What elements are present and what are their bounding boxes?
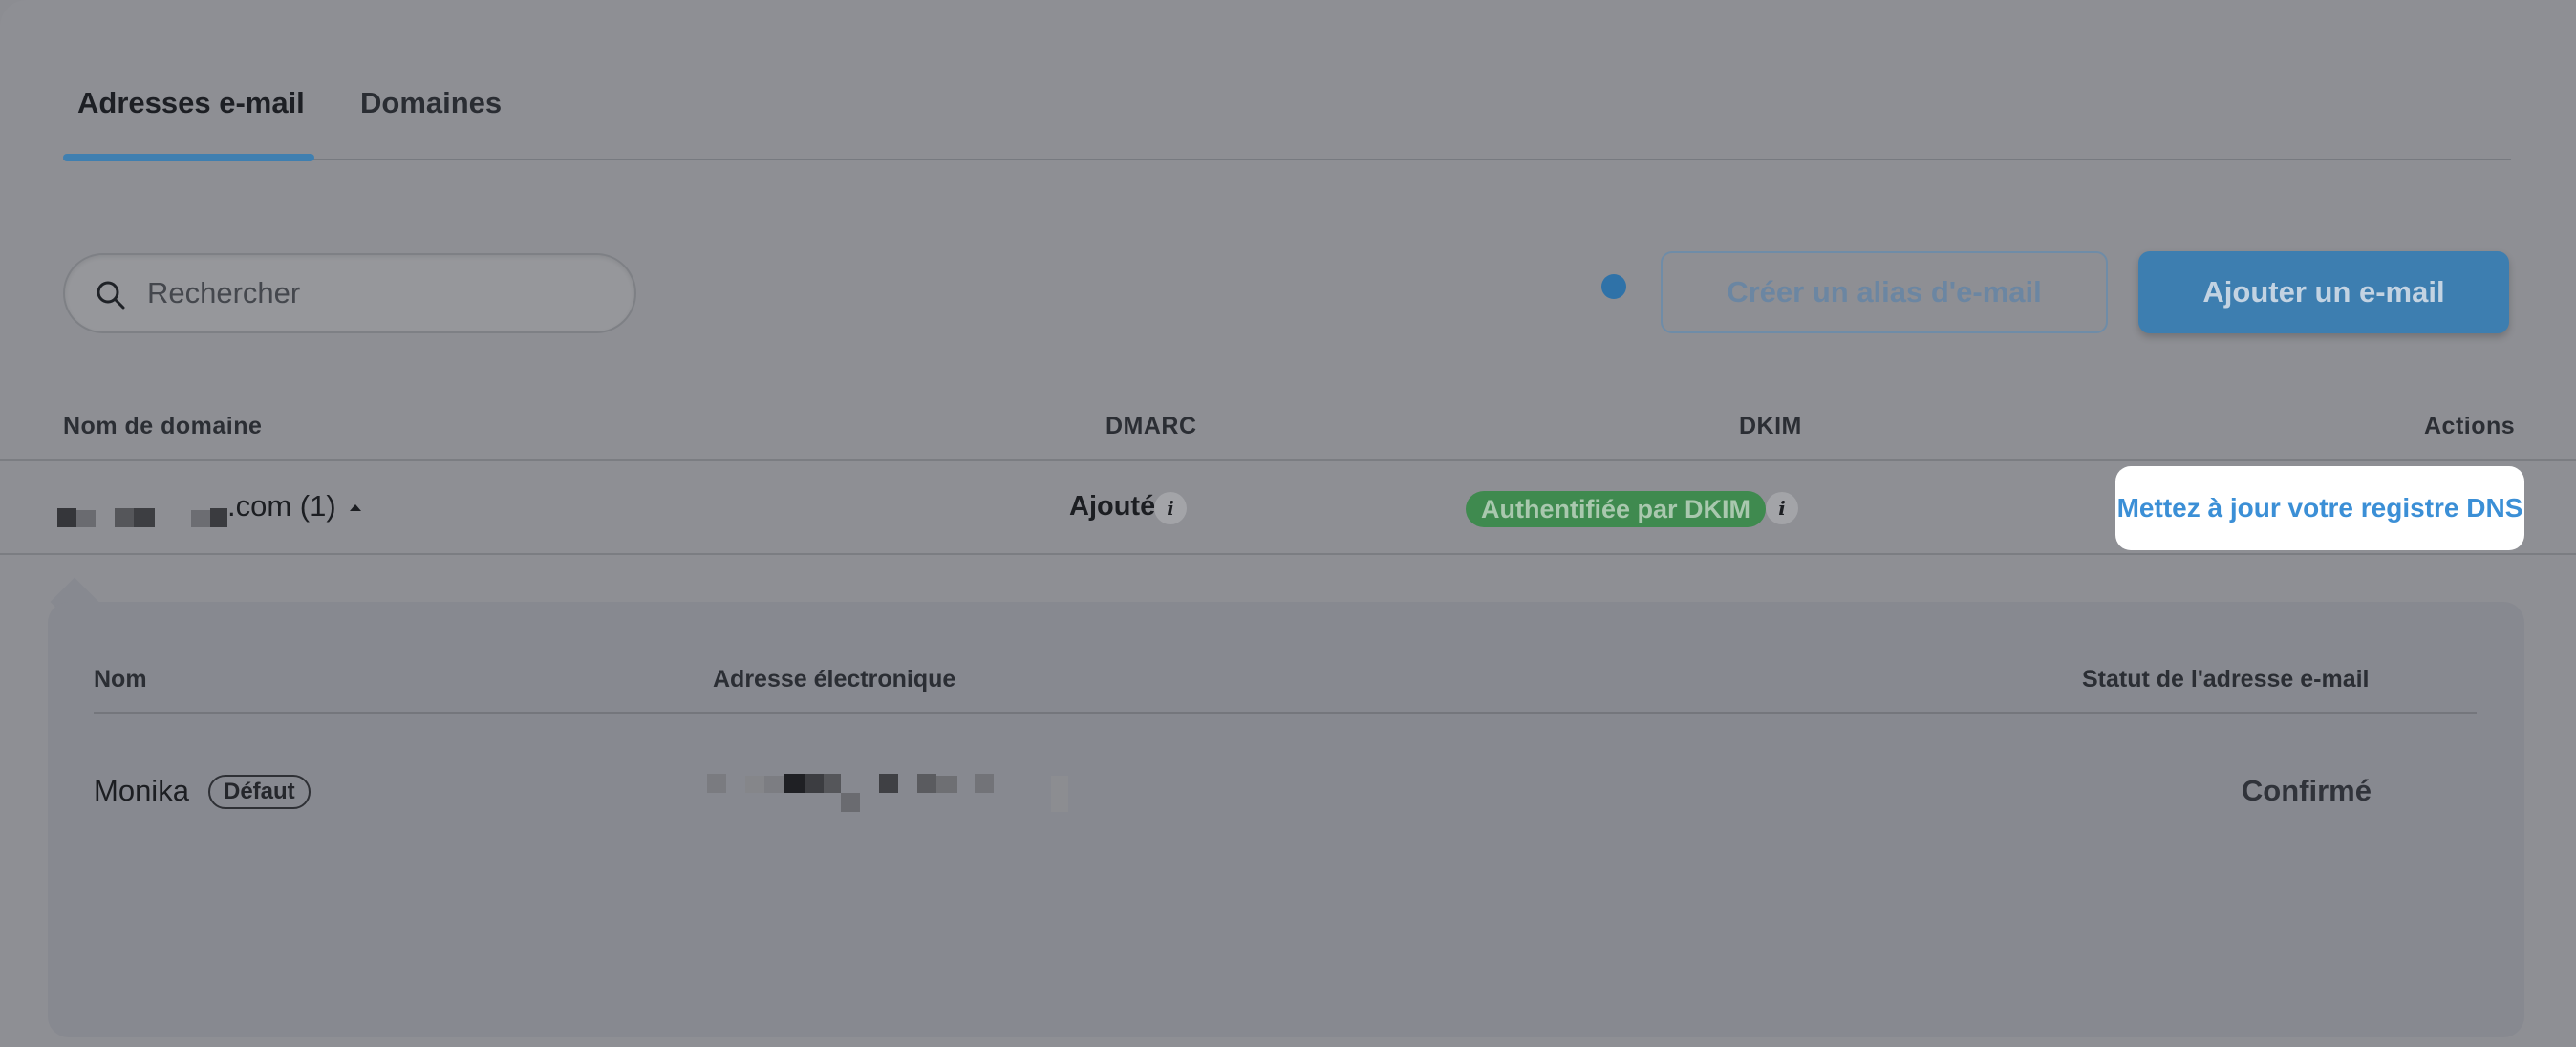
update-dns-highlight: Mettez à jour votre registre DNS [2115,466,2524,550]
email-owner-name: Monika [94,774,189,807]
header-divider [0,459,2576,461]
add-email-button[interactable]: Ajouter un e-mail [2138,251,2509,333]
create-alias-button[interactable]: Créer un alias d'e-mail [1661,251,2108,333]
update-dns-link[interactable]: Mettez à jour votre registre DNS [2117,493,2523,524]
row-divider [0,553,2576,555]
column-header-status: Statut de l'adresse e-mail [2082,666,2370,693]
search-icon [97,281,125,310]
collapse-caret-icon[interactable] [350,504,361,511]
column-header-name: Nom [94,666,147,693]
dkim-info-icon[interactable]: i [1766,492,1798,524]
panel-header-divider [94,712,2477,714]
tab-email-addresses[interactable]: Adresses e-mail [77,86,305,120]
search-input[interactable] [147,270,606,316]
column-header-dkim: DKIM [1739,413,1802,439]
status-dot [1601,274,1626,299]
tab-domains[interactable]: Domaines [360,86,502,120]
dmarc-status: Ajouté [1069,491,1156,522]
active-tab-indicator [63,154,314,161]
column-header-address: Adresse électronique [713,666,956,693]
email-status: Confirmé [2241,774,2372,807]
column-header-actions: Actions [2424,413,2516,439]
default-badge: Défaut [208,775,311,809]
search-box[interactable] [63,253,636,333]
column-header-domain: Nom de domaine [63,413,263,439]
page-background: Adresses e-mail Domaines Créer un alias … [0,0,2576,1047]
domain-name[interactable]: .com (1) [227,489,336,524]
dkim-status-badge: Authentifiée par DKIM [1466,491,1767,527]
tab-bar: Adresses e-mail Domaines [63,57,2511,161]
column-header-dmarc: DMARC [1106,413,1197,439]
dmarc-info-icon[interactable]: i [1154,492,1187,524]
